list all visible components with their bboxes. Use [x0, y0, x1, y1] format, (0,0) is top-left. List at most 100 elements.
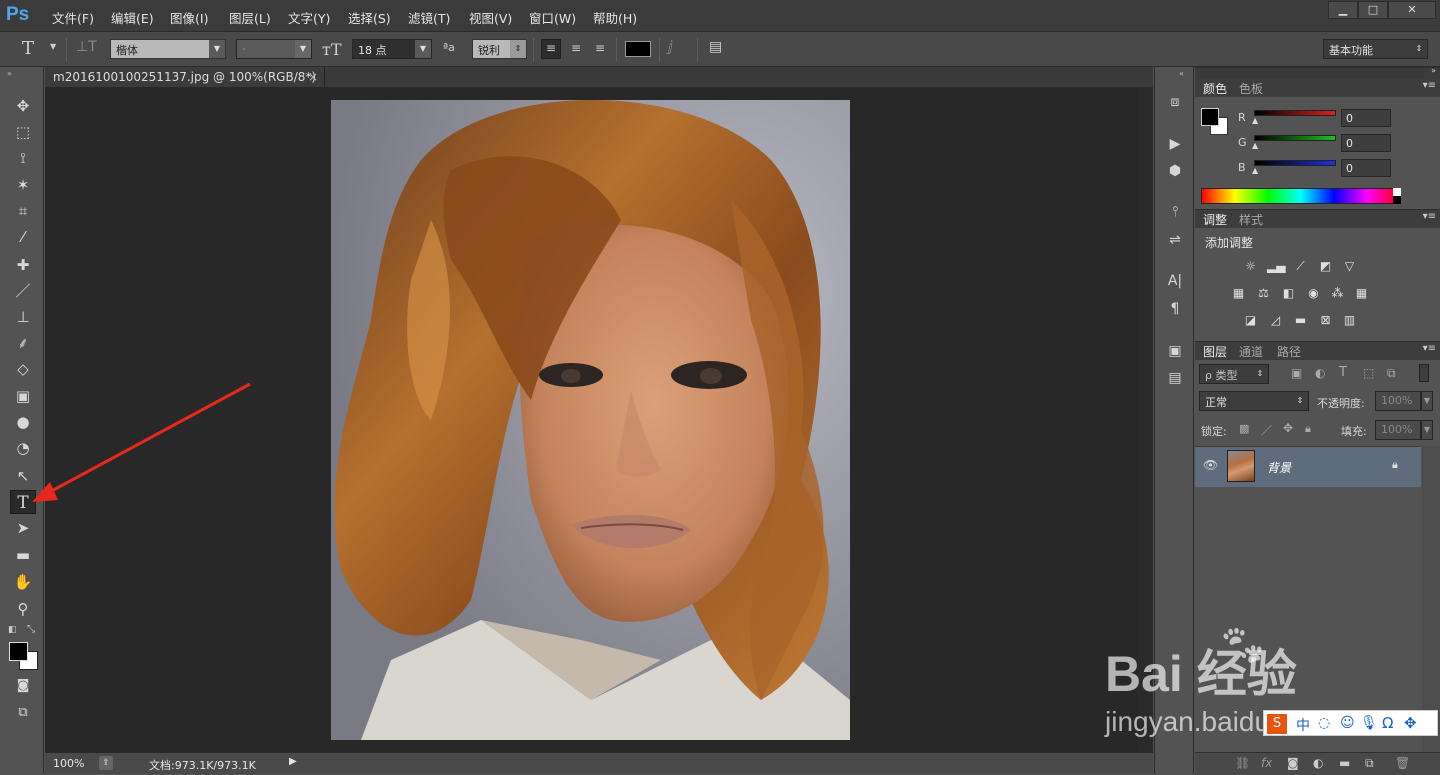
posterize-icon[interactable]: ◿	[1267, 313, 1284, 328]
tab-adjustments[interactable]: 调整	[1203, 211, 1227, 228]
opacity-input[interactable]: 100%	[1375, 391, 1421, 411]
lock-position-icon[interactable]: ✥	[1283, 421, 1293, 435]
new-fill-layer-icon[interactable]: ◐	[1313, 756, 1323, 770]
white-swatch[interactable]	[1393, 188, 1401, 196]
channel-g-input[interactable]: 0	[1341, 134, 1391, 152]
gradient-map-icon[interactable]: ▥	[1341, 313, 1358, 328]
ime-voice-icon[interactable]: 🎙︎	[1360, 715, 1378, 731]
new-layer-icon[interactable]: ⧉	[1365, 756, 1374, 771]
channel-r-label: R	[1238, 111, 1246, 124]
filter-shape-icon[interactable]: ⬚	[1363, 366, 1374, 380]
layers-panel-tabs: 图层 通道 路径 ▾≡	[1195, 342, 1440, 360]
ime-emoji-icon[interactable]: ☺	[1340, 715, 1355, 731]
tab-color[interactable]: 颜色	[1203, 80, 1227, 97]
filter-smart-object-icon[interactable]: ⧉	[1387, 366, 1396, 381]
slider-thumb-icon[interactable]: ▲	[1252, 116, 1258, 125]
hue-saturation-icon[interactable]: ▦	[1230, 286, 1247, 301]
color-balance-icon[interactable]: ⚖	[1255, 286, 1272, 301]
layer-filter-select[interactable]: ρ 类型 ⇕	[1199, 364, 1269, 384]
character-icon[interactable]: A|	[1163, 270, 1187, 292]
ime-logo-icon[interactable]: S	[1267, 714, 1287, 734]
new-group-icon[interactable]: ▬	[1339, 756, 1350, 770]
channel-g-label: G	[1238, 136, 1247, 149]
paragraph-icon[interactable]: ¶	[1163, 298, 1187, 320]
selective-color-icon[interactable]: ⊠	[1317, 313, 1334, 328]
threshold-icon[interactable]: ▬	[1292, 313, 1309, 328]
panel-menu-icon[interactable]: ▾≡	[1423, 80, 1436, 91]
color-spectrum-bar[interactable]	[1201, 188, 1401, 204]
channel-r-slider[interactable]	[1254, 110, 1336, 116]
tool-presets-icon[interactable]: ⇌	[1163, 229, 1187, 251]
curves-icon[interactable]: ⟋	[1292, 259, 1309, 274]
layer-row[interactable]: 👁︎ 背景 🔒︎	[1195, 447, 1421, 487]
ime-toolbar: S 中 ◌ ☺ 🎙︎ Ω ✥	[1263, 710, 1438, 736]
actions-play-icon[interactable]: ▶	[1163, 133, 1187, 155]
channel-g-slider[interactable]	[1254, 135, 1336, 141]
delete-layer-icon[interactable]: 🗑︎	[1395, 756, 1410, 770]
chevron-down-icon: ⇕	[1292, 392, 1308, 410]
status-menu-arrow-icon[interactable]: ▶	[289, 756, 297, 767]
chevron-down-icon[interactable]: ▼	[1421, 391, 1433, 411]
invert-icon[interactable]: ◪	[1242, 313, 1259, 328]
collapse-icon[interactable]: »	[1431, 66, 1436, 75]
filter-adjustment-icon[interactable]: ◐	[1315, 366, 1325, 380]
properties-icon[interactable]: ▣	[1163, 340, 1187, 362]
fx-icon[interactable]: fx	[1261, 756, 1272, 770]
brightness-contrast-icon[interactable]: ☼	[1242, 259, 1259, 274]
export-icon[interactable]: ⇪	[99, 756, 113, 770]
lock-label: 锁定:	[1201, 425, 1227, 438]
black-white-icon[interactable]: ◧	[1280, 286, 1297, 301]
notes-icon[interactable]: ▤	[1163, 367, 1187, 389]
brush-presets-icon[interactable]: ⫯	[1163, 201, 1187, 223]
ime-chinese-icon[interactable]: 中	[1296, 715, 1310, 735]
visibility-eye-icon[interactable]: 👁︎	[1203, 458, 1218, 472]
panel-menu-icon[interactable]: ▾≡	[1423, 343, 1436, 354]
channel-b-label: B	[1238, 161, 1246, 174]
channel-mixer-icon[interactable]: ⁂	[1329, 286, 1346, 301]
ime-punct-icon[interactable]: ◌	[1318, 715, 1330, 731]
layer-filter-value: ρ 类型	[1205, 369, 1238, 382]
layers-scrollbar[interactable]	[1422, 446, 1440, 752]
exposure-icon[interactable]: ◩	[1317, 259, 1334, 274]
color-lookup-icon[interactable]: ▦	[1353, 286, 1370, 301]
filter-pixel-icon[interactable]: ▣	[1291, 366, 1302, 380]
3d-icon[interactable]: ⬢	[1163, 160, 1187, 182]
channel-b-input[interactable]: 0	[1341, 159, 1391, 177]
tab-swatches[interactable]: 色板	[1239, 80, 1263, 97]
add-adjustment-heading: 添加调整	[1205, 236, 1254, 250]
tab-layers[interactable]: 图层	[1203, 343, 1227, 360]
filter-toggle[interactable]	[1419, 364, 1429, 382]
filter-type-icon[interactable]: T	[1339, 365, 1347, 380]
fill-input[interactable]: 100%	[1375, 420, 1421, 440]
ime-tools-icon[interactable]: ✥	[1404, 714, 1417, 732]
channel-r-input[interactable]: 0	[1341, 109, 1391, 127]
link-layers-icon[interactable]: ⛓︎	[1235, 756, 1250, 770]
lock-transparent-icon[interactable]: ▩	[1239, 422, 1249, 435]
chevron-down-icon[interactable]: ▼	[1421, 420, 1433, 440]
history-icon[interactable]: ⧈	[1163, 91, 1187, 113]
channel-b-slider[interactable]	[1254, 160, 1336, 166]
photo-filter-icon[interactable]: ◉	[1305, 286, 1322, 301]
tab-paths[interactable]: 路径	[1277, 343, 1301, 360]
blend-mode-select[interactable]: 正常 ⇕	[1199, 391, 1309, 411]
slider-thumb-icon[interactable]: ▲	[1252, 166, 1258, 175]
zoom-level[interactable]: 100%	[53, 757, 84, 770]
layer-name[interactable]: 背景	[1267, 459, 1291, 476]
add-mask-icon[interactable]: ◙	[1287, 756, 1299, 770]
opacity-label: 不透明度:	[1317, 397, 1365, 410]
lock-all-icon[interactable]: 🔒︎	[1305, 422, 1311, 436]
vibrance-icon[interactable]: ▽	[1341, 259, 1358, 274]
panel-icon-strip: « ⧈ ▶ ⬢ ⫯ ⇌ A| ¶ ▣ ▤	[1154, 67, 1194, 774]
lock-paint-icon[interactable]: ／	[1261, 422, 1272, 438]
black-swatch[interactable]	[1393, 196, 1401, 204]
panel-menu-icon[interactable]: ▾≡	[1423, 211, 1436, 222]
fg-color-chip[interactable]	[1201, 108, 1219, 126]
fill-value: 100%	[1381, 423, 1413, 436]
slider-thumb-icon[interactable]: ▲	[1252, 141, 1258, 150]
blend-mode-value: 正常	[1205, 396, 1227, 409]
ime-skin-icon[interactable]: Ω	[1382, 714, 1393, 732]
tab-styles[interactable]: 样式	[1239, 211, 1263, 228]
expand-icon[interactable]: «	[1179, 69, 1184, 78]
tab-channels[interactable]: 通道	[1239, 343, 1263, 360]
levels-icon[interactable]: ▂▄	[1267, 259, 1285, 274]
